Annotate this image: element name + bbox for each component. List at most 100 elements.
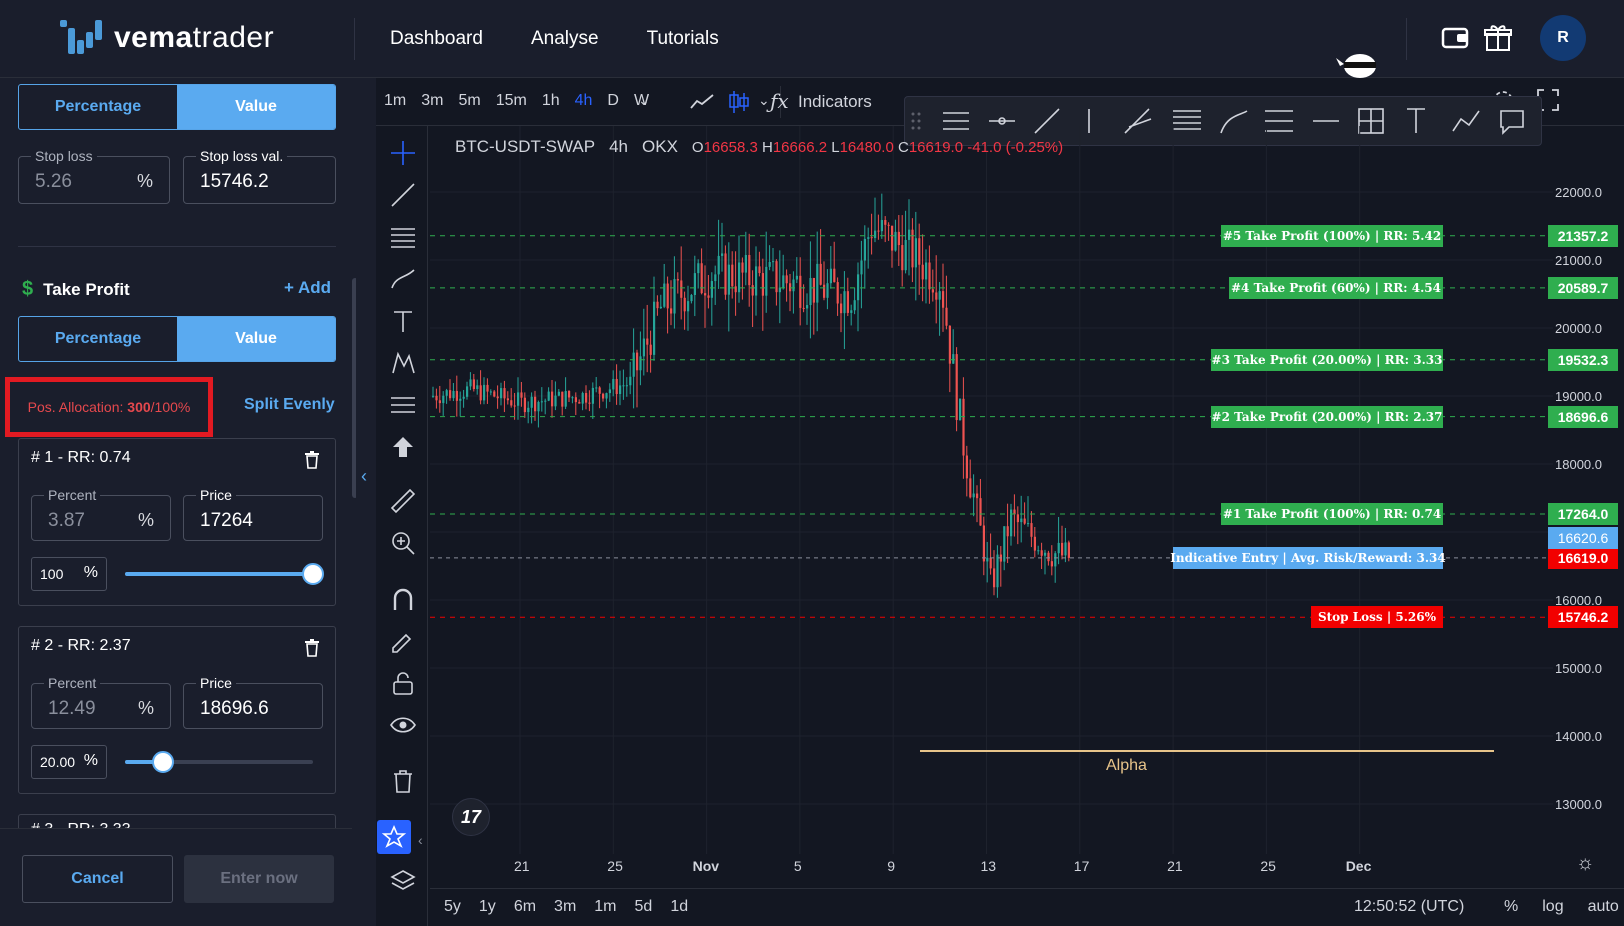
level-tag-tp[interactable]: #3 Take Profit (20.00%) | RR: 3.33 [1211,348,1443,371]
tradingview-logo[interactable]: 17 [452,798,490,836]
candle-body [653,301,656,355]
range-6m[interactable]: 6m [514,898,536,916]
favorites-button[interactable] [377,820,411,854]
range-1y[interactable]: 1y [479,898,496,916]
chevron-left-icon[interactable]: ‹ [361,466,367,487]
range-1m[interactable]: 1m [594,898,616,916]
trash-icon[interactable] [390,768,416,794]
level-tag-tp[interactable]: #4 Take Profit (60%) | RR: 4.54 [1229,276,1443,299]
fib-icon[interactable] [390,392,416,418]
timeframe-3m[interactable]: 3m [421,92,443,110]
zoom-in-icon[interactable] [390,530,416,556]
allocation-input[interactable]: 100 % [31,557,107,591]
allocation-slider[interactable] [125,751,313,773]
range-5d[interactable]: 5d [635,898,653,916]
level-tag-tp[interactable]: #1 Take Profit (100%) | RR: 0.74 [1221,503,1443,526]
nav-tutorials[interactable]: Tutorials [647,28,719,50]
alpha-annotation-label[interactable]: Alpha [1106,757,1147,775]
timeframe-4h[interactable]: 4h [575,92,593,110]
add-take-profit-button[interactable]: + Add [284,278,331,298]
timeframe-15m[interactable]: 15m [496,92,527,110]
candle-body [792,279,795,292]
log-scale-toggle[interactable]: log [1542,898,1563,916]
target-price-field[interactable]: Price 17264 [183,487,323,541]
crosshair-icon[interactable] [390,140,416,166]
change-value: -41.0 (-0.25%) [967,139,1064,156]
candle-body [799,275,802,308]
level-tag-tp[interactable]: #5 Take Profit (100%) | RR: 5.42 [1221,224,1443,247]
avatar[interactable]: R [1540,15,1586,61]
line-chart-icon[interactable] [690,92,714,112]
target-price-field[interactable]: Price 18696.6 [183,675,323,729]
chevron-down-icon[interactable]: ⌄ [758,92,770,109]
horizontal-lines-icon[interactable] [390,224,416,250]
percent-scale-toggle[interactable]: % [1504,898,1518,916]
candle-body [591,387,594,404]
takeprofit-mode-percentage[interactable]: Percentage [19,317,177,361]
level-tag-tp[interactable]: #2 Take Profit (20.00%) | RR: 2.37 [1211,405,1443,428]
wallet-icon[interactable] [1440,22,1472,54]
candle-body [639,356,642,371]
stoploss-percent-value: 5.26 [35,171,72,192]
clock[interactable]: 12:50:52 (UTC) [1354,898,1464,916]
allocation-slider[interactable] [125,563,324,585]
enter-now-button[interactable]: Enter now [184,855,334,903]
trend-line-icon[interactable] [390,182,416,208]
stoploss-percent-field[interactable]: Stop loss 5.26 % [18,148,170,204]
target-percent-field[interactable]: Percent 3.87 % [31,487,171,541]
time-scale[interactable]: 21 25 Nov 5 9 13 17 21 25 Dec [430,854,1624,888]
target-percent-field[interactable]: Percent 12.49 % [31,675,171,729]
timeframe-1m[interactable]: 1m [384,92,406,110]
slider-knob[interactable] [302,563,324,585]
nav-analyse[interactable]: Analyse [531,28,599,50]
eye-icon[interactable] [390,712,416,738]
brush-icon[interactable] [390,266,416,292]
candle-body [646,338,649,345]
gift-icon[interactable] [1482,22,1514,54]
split-evenly-button[interactable]: Split Evenly [244,396,335,414]
scroll-left-handle[interactable]: ‹ [418,832,423,848]
candlestick-chart-icon[interactable] [728,90,750,114]
magnet-icon[interactable] [390,586,416,612]
pattern-icon[interactable] [390,350,416,376]
allocation-input[interactable]: 20.00 % [31,745,107,779]
draw-lock-icon[interactable] [390,628,416,654]
stoploss-value-field[interactable]: Stop loss val. 15746.2 [183,148,336,204]
candle-body [1061,542,1064,556]
candle-body [918,238,921,265]
unlock-icon[interactable] [390,670,416,696]
range-5y[interactable]: 5y [444,898,461,916]
stoploss-mode-value[interactable]: Value [177,85,335,129]
auto-scale-toggle[interactable]: auto [1588,898,1619,916]
layers-icon[interactable] [390,868,416,894]
ruler-icon[interactable] [390,488,416,514]
candle-body [761,273,764,296]
timeframe-D[interactable]: D [607,92,619,110]
text-icon[interactable] [390,308,416,334]
arrow-up-icon[interactable] [390,434,416,460]
chevron-down-icon[interactable]: ⌄ [638,92,650,109]
timeframe-1h[interactable]: 1h [542,92,560,110]
candle-body [598,387,601,394]
logo[interactable]: vematrader [60,18,274,58]
indicators-icon[interactable]: ƒx [770,89,789,113]
trash-icon[interactable] [305,451,319,469]
range-3m[interactable]: 3m [554,898,576,916]
time-scale-gear-icon[interactable]: ☼ [1576,852,1594,875]
level-tag-entry[interactable]: Indicative Entry | Avg. Risk/Reward: 3.3… [1170,546,1446,569]
trash-icon[interactable] [305,639,319,657]
stoploss-mode-percentage[interactable]: Percentage [19,85,177,129]
range-1d[interactable]: 1d [670,898,688,916]
target-percent-unit: % [137,698,154,718]
level-tag-sl[interactable]: Stop Loss | 5.26% [1311,606,1443,629]
cancel-button[interactable]: Cancel [22,855,173,903]
nav-dashboard[interactable]: Dashboard [390,28,483,50]
logo-mark-icon [60,18,106,58]
candle-body [904,239,907,271]
slider-knob[interactable] [151,751,174,773]
candle-body [585,393,588,403]
timeframe-5m[interactable]: 5m [458,92,480,110]
indicators-button[interactable]: Indicators [798,92,872,112]
takeprofit-mode-value[interactable]: Value [177,317,335,361]
collapse-panel-handle[interactable]: ‹ [356,78,376,926]
